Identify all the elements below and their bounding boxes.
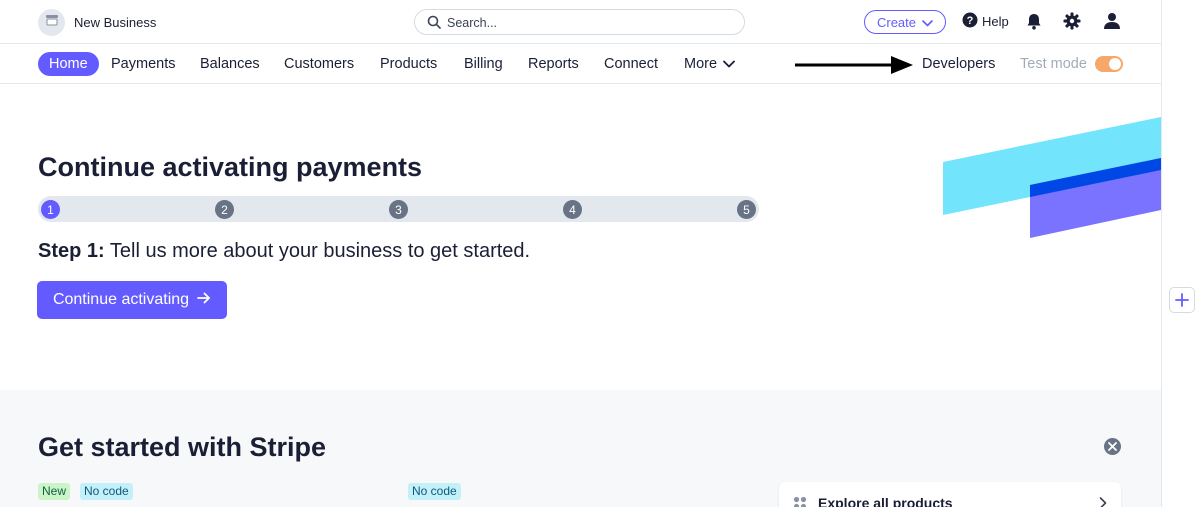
step-description: Step 1: Tell us more about your business… <box>38 240 530 263</box>
step-dot[interactable]: 4 <box>563 200 582 219</box>
continue-label: Continue activating <box>52 291 190 308</box>
nav-item-connect[interactable]: Connect <box>604 52 658 76</box>
search-input[interactable]: Search... <box>414 9 745 35</box>
step-text: Tell us more about your business to get … <box>104 240 531 262</box>
svg-text:?: ? <box>967 15 974 27</box>
gear-icon[interactable] <box>1063 12 1081 30</box>
nav-item-reports[interactable]: Reports <box>528 52 579 76</box>
help-label: Help <box>982 14 1009 29</box>
business-name[interactable]: New Business <box>74 15 156 30</box>
user-icon[interactable] <box>1103 12 1121 30</box>
new-badge: New <box>38 483 71 500</box>
bell-icon[interactable] <box>1025 12 1043 30</box>
test-mode-toggle[interactable] <box>1095 56 1123 72</box>
test-mode-label: Test mode <box>1020 56 1087 72</box>
nav-item-balances[interactable]: Balances <box>200 52 260 76</box>
step-dot[interactable]: 2 <box>215 200 234 219</box>
step-dot[interactable]: 3 <box>389 200 408 219</box>
search-icon <box>427 15 441 34</box>
annotation-arrow-icon <box>795 54 915 81</box>
create-button[interactable]: Create <box>864 10 946 34</box>
get-started-title: Get started with Stripe <box>38 432 327 462</box>
chevron-down-icon <box>922 15 933 30</box>
create-label: Create <box>876 14 917 30</box>
continue-activating-button[interactable]: Continue activating <box>37 281 227 319</box>
arrow-right-icon <box>197 291 211 309</box>
developers-link[interactable]: Developers <box>922 52 995 76</box>
close-icon[interactable] <box>1104 438 1121 455</box>
main-area: New Business Search... Create ? Help Hom… <box>0 0 1161 507</box>
business-avatar[interactable] <box>38 9 65 36</box>
explore-products-label: Explore all products <box>818 495 953 507</box>
chevron-right-icon <box>1099 496 1107 507</box>
decorative-stripes <box>940 114 1161 249</box>
no-code-badge: No code <box>408 483 461 500</box>
step-dot[interactable]: 1 <box>41 200 60 219</box>
nav-more-label: More <box>684 56 718 72</box>
activation-progress: 1 2 3 4 5 <box>38 196 759 222</box>
add-icon[interactable] <box>1169 287 1195 313</box>
explore-products-card[interactable]: Explore all products <box>779 482 1121 507</box>
app: New Business Search... Create ? Help Hom… <box>0 0 1198 507</box>
grid-icon <box>793 496 807 507</box>
store-icon <box>45 13 59 32</box>
nav-item-products[interactable]: Products <box>380 52 437 76</box>
step-dot[interactable]: 5 <box>737 200 756 219</box>
help-icon: ? <box>962 12 978 31</box>
chevron-down-icon <box>723 52 735 76</box>
activation-title: Continue activating payments <box>38 152 423 182</box>
nav-item-payments[interactable]: Payments <box>111 52 175 76</box>
nav-item-more[interactable]: More <box>684 52 735 76</box>
nav-item-customers[interactable]: Customers <box>284 52 354 76</box>
step-prefix: Step 1: <box>38 240 105 262</box>
topbar: New Business Search... Create ? Help <box>0 0 1161 44</box>
nav-item-billing[interactable]: Billing <box>464 52 503 76</box>
nav-item-home[interactable]: Home <box>38 52 99 76</box>
search-placeholder: Search... <box>447 16 498 30</box>
get-started-section: Get started with Stripe New No code No c… <box>0 390 1161 507</box>
no-code-badge: No code <box>80 483 133 500</box>
toggle-knob <box>1109 58 1121 70</box>
help-button[interactable]: ? Help <box>962 12 1009 31</box>
right-rail <box>1161 0 1198 507</box>
